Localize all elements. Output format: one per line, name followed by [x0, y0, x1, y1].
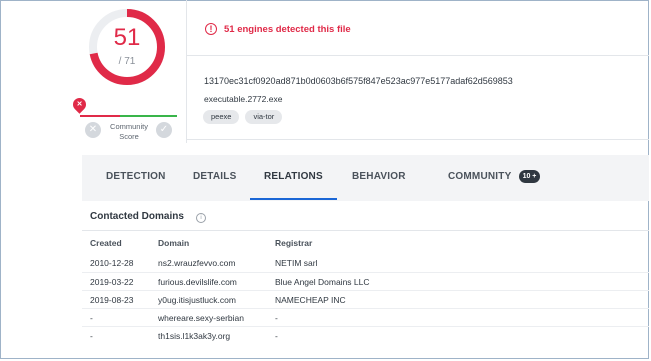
row-3-domain[interactable]: y0ug.itisjustluck.com	[158, 295, 236, 305]
alert-text: 51 engines detected this file	[224, 23, 351, 35]
community-count-badge: 10 +	[519, 170, 540, 183]
tab-behavior[interactable]: BEHAVIOR	[352, 171, 406, 182]
detection-alert: ! 51 engines detected this file	[205, 23, 351, 35]
active-tab-indicator	[250, 198, 337, 200]
row-divider	[82, 326, 649, 327]
row-5-domain[interactable]: th1sis.l1k3ak3y.org	[158, 331, 230, 341]
row-divider	[82, 272, 649, 273]
row-5-created: -	[90, 331, 93, 341]
tab-community[interactable]: COMMUNITY	[448, 171, 511, 182]
community-bar-malicious	[80, 115, 120, 117]
column-header-domain: Domain	[158, 238, 190, 248]
row-3-registrar: NAMECHEAP INC	[275, 295, 346, 305]
tag-via-tor[interactable]: via-tor	[245, 110, 283, 124]
section-divider	[82, 230, 649, 231]
row-2-domain[interactable]: furious.devilslife.com	[158, 277, 237, 287]
tab-detection[interactable]: DETECTION	[106, 171, 166, 182]
community-marker-glyph: ✕	[76, 101, 83, 108]
alert-icon: !	[205, 23, 217, 35]
row-2-registrar: Blue Angel Domains LLC	[275, 277, 370, 287]
detection-count: 51	[113, 24, 141, 51]
section-title: Contacted Domains	[90, 211, 184, 222]
engine-total: / 71	[118, 56, 136, 67]
community-score-label: Community Score	[104, 122, 154, 142]
community-bar-harmless	[120, 115, 177, 117]
vote-harmless-button[interactable]: ✓	[156, 122, 172, 138]
header-divider-vertical	[186, 0, 187, 143]
tab-relations[interactable]: RELATIONS	[264, 171, 323, 182]
header-divider-bottom	[187, 139, 649, 140]
column-header-created: Created	[90, 238, 122, 248]
community-label-line1: Community	[110, 122, 148, 131]
row-4-registrar: -	[275, 313, 278, 323]
row-4-created: -	[90, 313, 93, 323]
header-divider-top	[187, 55, 649, 56]
info-icon[interactable]: i	[196, 213, 206, 223]
row-1-domain[interactable]: ns2.wrauzfevvo.com	[158, 258, 235, 268]
tag-peexe[interactable]: peexe	[203, 110, 240, 124]
row-divider	[82, 290, 649, 291]
community-label-line2: Score	[119, 132, 139, 141]
column-header-registrar: Registrar	[275, 238, 313, 248]
vote-malicious-button[interactable]: ✕	[85, 122, 101, 138]
row-divider	[82, 308, 649, 309]
row-5-registrar: -	[275, 331, 278, 341]
row-2-created: 2019-03-22	[90, 277, 134, 287]
file-name: executable.2772.exe	[204, 94, 283, 104]
file-tags: peexe via-tor	[203, 110, 283, 124]
row-3-created: 2019-08-23	[90, 295, 134, 305]
row-1-registrar: NETIM sarl	[275, 258, 318, 268]
tab-details[interactable]: DETAILS	[193, 171, 236, 182]
row-4-domain[interactable]: whereare.sexy-serbian	[158, 313, 244, 323]
row-1-created: 2010-12-28	[90, 258, 134, 268]
file-hash: 13170ec31cf0920ad871b0d0603b6f575f847e52…	[204, 76, 513, 86]
